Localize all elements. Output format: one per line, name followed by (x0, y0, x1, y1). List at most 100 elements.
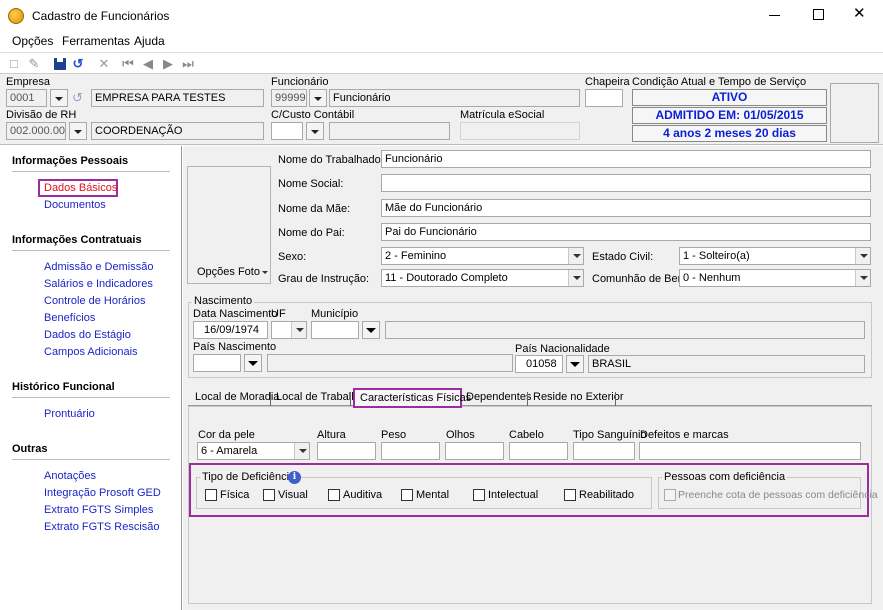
checkbox-mental-label: Mental (416, 489, 450, 501)
instrucao-select[interactable]: 11 - Doutorado Completo (381, 269, 584, 287)
chevron-down-icon (568, 248, 583, 264)
checkbox-mental[interactable] (401, 489, 413, 501)
empresa-dropdown-button[interactable] (50, 89, 68, 107)
matricula-label: Matrícula eSocial (460, 109, 545, 121)
data-nascimento-label: Data Nascimento (193, 308, 278, 320)
cor-pele-select[interactable]: 6 - Amarela (197, 442, 310, 460)
sidebar-item-prontuario[interactable]: Prontuário (44, 408, 95, 420)
checkbox-pcd-cota[interactable] (664, 489, 676, 501)
menu-ferramentas[interactable]: Ferramentas (62, 34, 130, 48)
first-record-icon[interactable]: ⏮ (120, 56, 136, 72)
edit-icon[interactable]: ✎ (26, 56, 42, 72)
olhos-input[interactable] (445, 442, 504, 460)
chevron-down-icon (262, 271, 268, 274)
tipo-sanguineo-input[interactable] (573, 442, 635, 460)
sidebar-item-documentos[interactable]: Documentos (44, 199, 106, 211)
tab-caracteristicas-label[interactable]: Características Físicas (356, 390, 475, 407)
pai-input[interactable]: Pai do Funcionário (381, 223, 871, 241)
social-label: Nome Social: (278, 178, 344, 190)
social-input[interactable] (381, 174, 871, 192)
sidebar-item-admissao[interactable]: Admissão e Demissão (44, 261, 153, 273)
refresh-icon[interactable]: ↺ (72, 90, 88, 106)
delete-icon[interactable]: ✕ (96, 56, 112, 72)
checkbox-reabilitado[interactable] (564, 489, 576, 501)
civil-label: Estado Civil: (592, 251, 654, 263)
minimize-button[interactable] (768, 8, 782, 22)
undo-icon[interactable]: ↺ (70, 56, 86, 72)
defeitos-input[interactable] (639, 442, 861, 460)
divider (12, 250, 170, 251)
comunhao-value: 0 - Nenhum (683, 272, 741, 284)
civil-select[interactable]: 1 - Solteiro(a) (679, 247, 871, 265)
altura-input[interactable] (317, 442, 376, 460)
menu-bar: Opções Ferramentas Ajuda (0, 31, 883, 51)
peso-input[interactable] (381, 442, 440, 460)
mae-input[interactable]: Mãe do Funcionário (381, 199, 871, 217)
data-nascimento-input[interactable]: 16/09/1974 (193, 321, 268, 339)
comunhao-select[interactable]: 0 - Nenhum (679, 269, 871, 287)
sidebar-item-ged[interactable]: Integração Prosoft GED (44, 487, 161, 499)
uf-select[interactable] (271, 321, 307, 339)
funcionario-dropdown-button[interactable] (309, 89, 327, 107)
comunhao-label: Comunhão de Bens: (592, 273, 693, 285)
last-record-icon[interactable]: ⏭ (180, 56, 196, 72)
municipio-code[interactable] (311, 321, 359, 339)
menu-ajuda[interactable]: Ajuda (134, 34, 165, 48)
checkbox-visual[interactable] (263, 489, 275, 501)
funcionario-name: Funcionário (329, 89, 580, 107)
deficiencia-title: Tipo de Deficiência (200, 471, 298, 483)
new-icon[interactable]: □ (6, 56, 22, 72)
next-record-icon[interactable]: ▶ (160, 56, 176, 72)
toolbar: □ ✎ ↺ ✕ ⏮ ◀ ▶ ⏭ (0, 52, 883, 73)
sidebar-item-beneficios[interactable]: Benefícios (44, 312, 95, 324)
sidebar-item-fgts-simples[interactable]: Extrato FGTS Simples (44, 504, 153, 516)
cabelo-input[interactable] (509, 442, 568, 460)
municipio-label: Município (311, 308, 359, 320)
tab-reside-exterior[interactable]: Reside no Exterior (529, 389, 628, 406)
sidebar-item-label[interactable]: Dados Básicos (44, 182, 117, 194)
sidebar-item-fgts-rescisao[interactable]: Extrato FGTS Rescisão (44, 521, 160, 533)
custo-name (329, 122, 450, 140)
service-time: 4 anos 2 meses 20 dias (632, 125, 827, 142)
sidebar-item-horarios[interactable]: Controle de Horários (44, 295, 146, 307)
checkbox-visual-label: Visual (278, 489, 308, 501)
custo-dropdown-button[interactable] (306, 122, 324, 140)
instrucao-label: Grau de Instrução: (278, 273, 370, 285)
divider (12, 397, 170, 398)
nacionalidade-code[interactable]: 01058 (515, 355, 563, 373)
municipio-dropdown-button[interactable] (362, 321, 380, 339)
menu-opcoes[interactable]: Opções (12, 34, 53, 48)
sidebar-item-estagio[interactable]: Dados do Estágio (44, 329, 131, 341)
checkbox-fisica[interactable] (205, 489, 217, 501)
prev-record-icon[interactable]: ◀ (140, 56, 156, 72)
photo-options-button[interactable]: Opções Foto (197, 266, 260, 278)
close-button[interactable]: ✕ (853, 6, 867, 22)
nacionalidade-dropdown-button[interactable] (566, 355, 584, 373)
sidebar-item-campos[interactable]: Campos Adicionais (44, 346, 138, 358)
nacionalidade-name: BRASIL (588, 355, 865, 373)
divider (12, 171, 170, 172)
checkbox-reabilitado-label: Reabilitado (579, 489, 635, 501)
divider (615, 392, 616, 406)
sidebar-item-anotacoes[interactable]: Anotações (44, 470, 96, 482)
custo-input[interactable] (271, 122, 303, 140)
pais-nascimento-dropdown-button[interactable] (244, 354, 262, 372)
nome-input[interactable]: Funcionário (381, 150, 871, 168)
info-icon[interactable]: i (288, 471, 301, 484)
checkbox-auditiva[interactable] (328, 489, 340, 501)
divisao-label: Divisão de RH (6, 109, 77, 121)
funcionario-label: Funcionário (271, 76, 329, 88)
tab-dependentes[interactable]: Dependentes (462, 389, 535, 406)
pais-nascimento-code[interactable] (193, 354, 241, 372)
sidebar-item-salarios[interactable]: Salários e Indicadores (44, 278, 153, 290)
sidebar-section-outras: Outras (12, 443, 48, 455)
divisao-dropdown-button[interactable] (69, 122, 87, 140)
chapeira-input[interactable] (585, 89, 623, 107)
chevron-down-icon (291, 322, 306, 338)
nome-label: Nome do Trabalhador: (278, 154, 388, 166)
sidebar-section-pessoais: Informações Pessoais (12, 155, 129, 167)
maximize-button[interactable] (813, 9, 824, 20)
save-icon[interactable] (52, 56, 68, 72)
checkbox-intelectual[interactable] (473, 489, 485, 501)
sexo-select[interactable]: 2 - Feminino (381, 247, 584, 265)
